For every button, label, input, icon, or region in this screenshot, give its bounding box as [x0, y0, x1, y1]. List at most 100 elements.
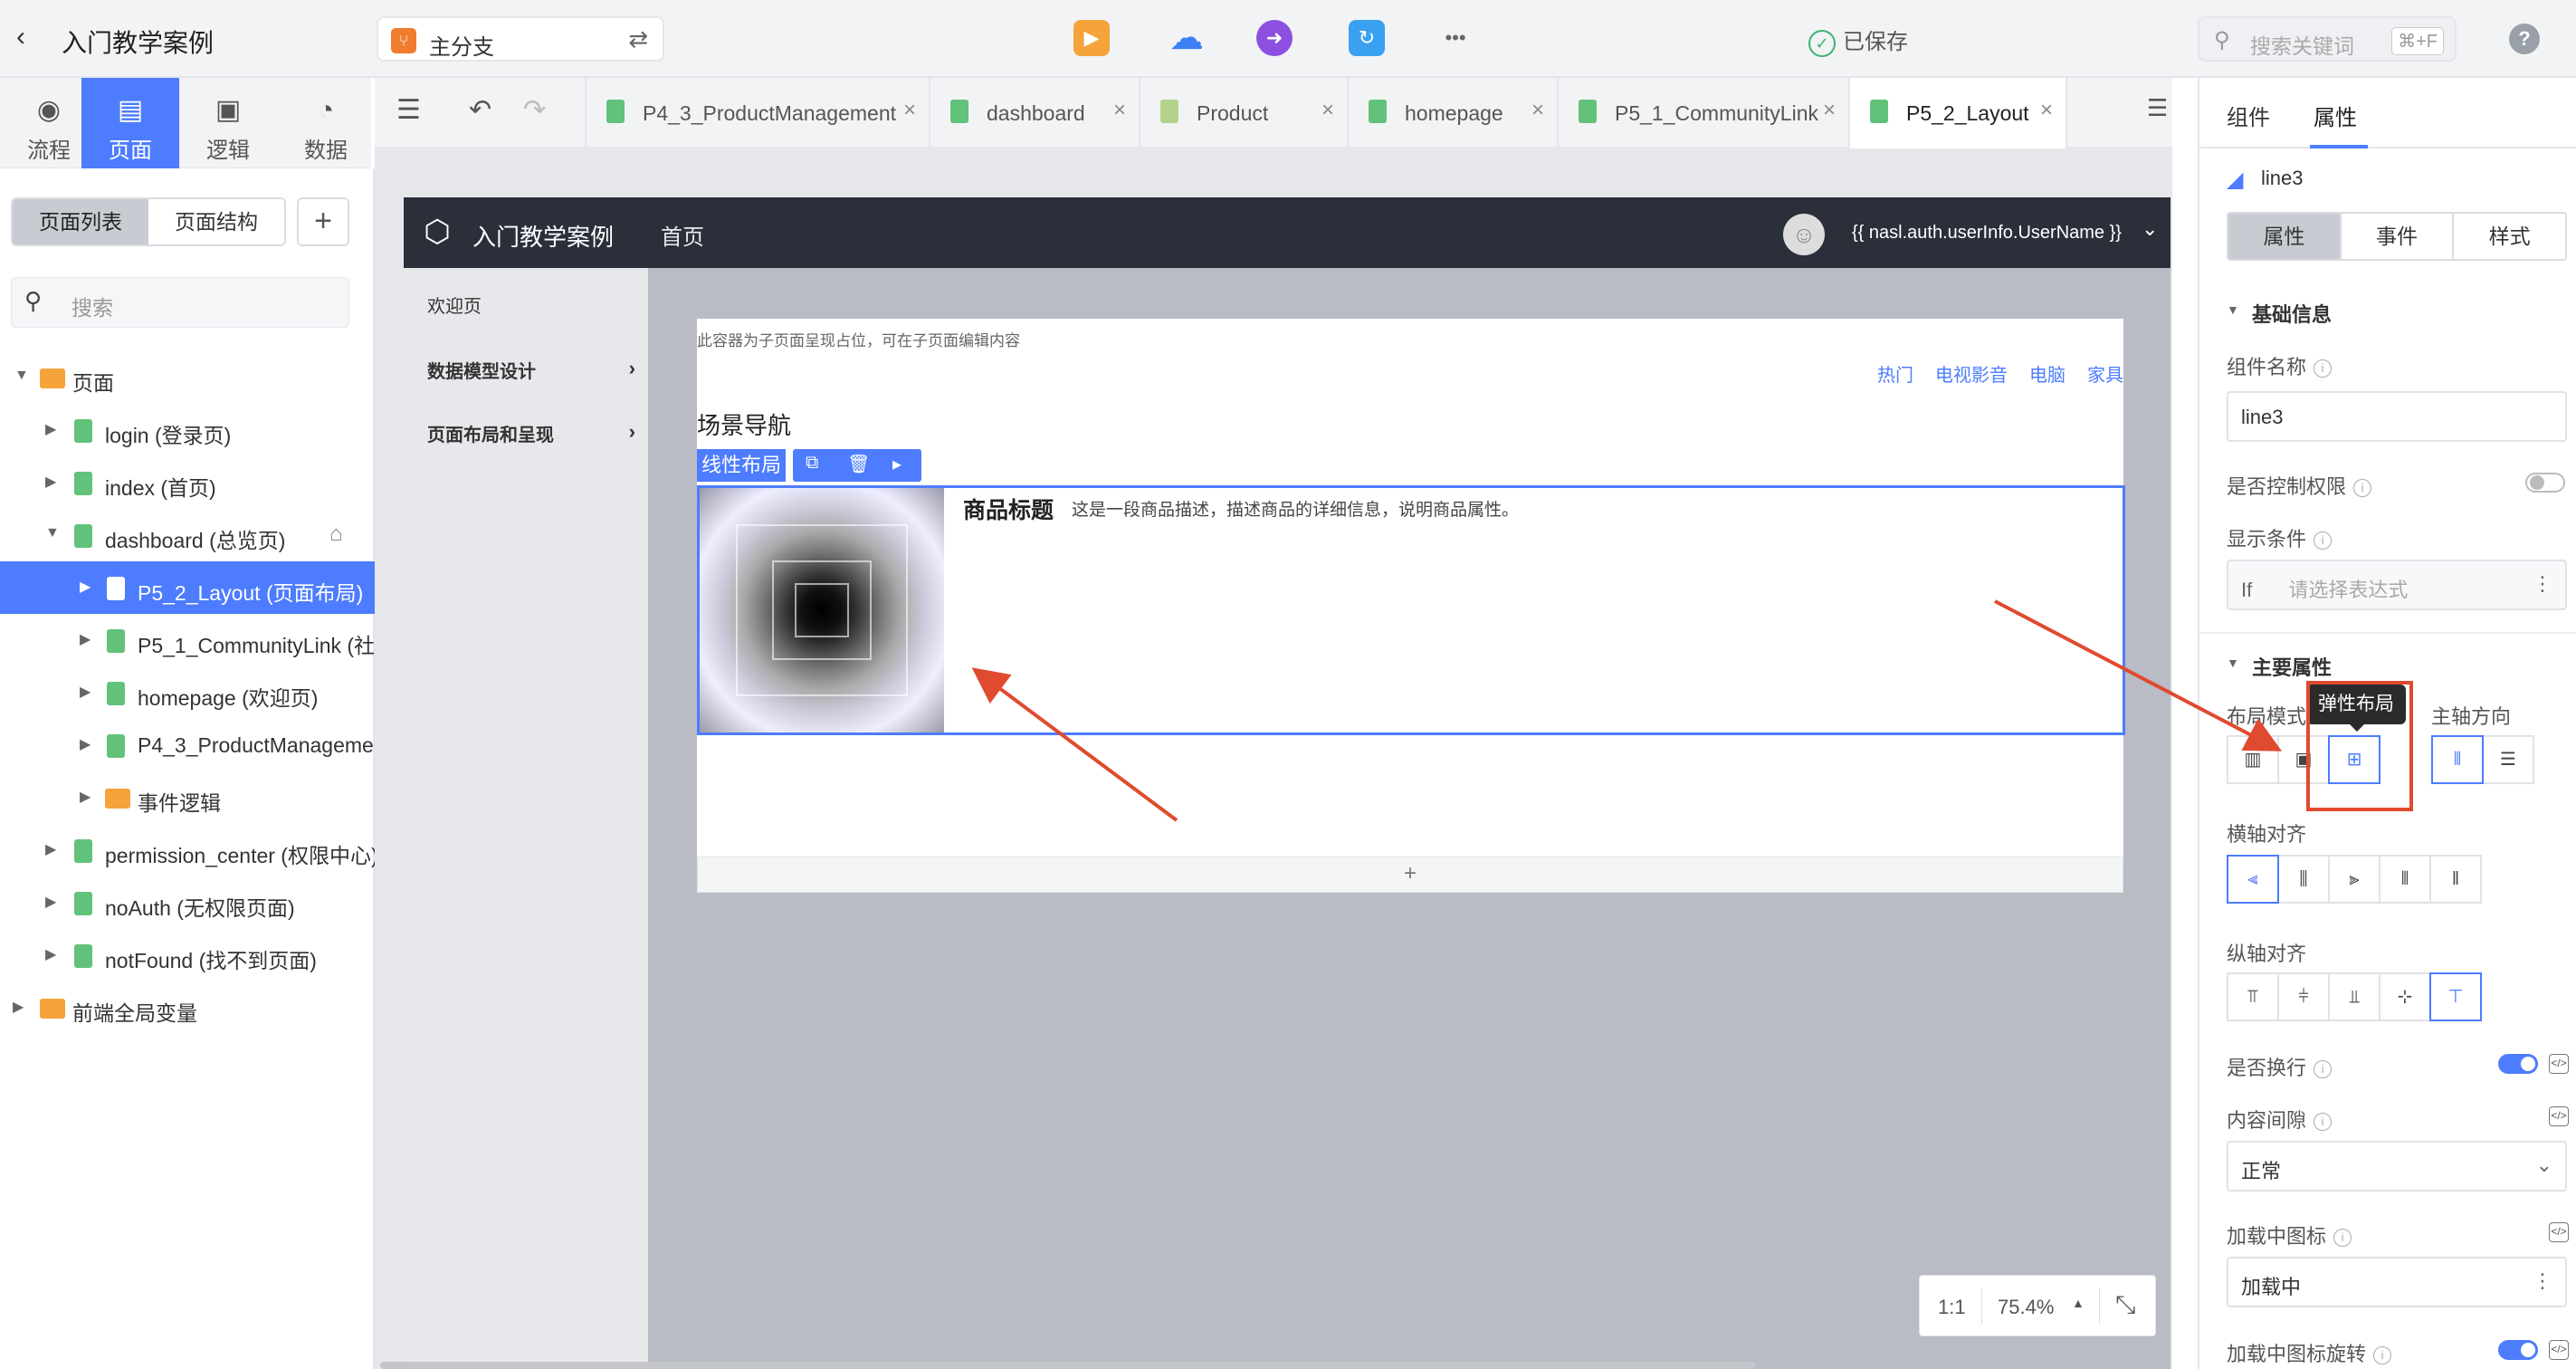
global-search[interactable]: ⚲ 搜索关键词 ⌘+F [2198, 16, 2457, 62]
help-icon[interactable]: ? [2509, 24, 2540, 54]
align-stretch-icon[interactable]: ⊤ [2429, 972, 2482, 1021]
more-vertical-icon[interactable]: ⋮ [2533, 572, 2552, 596]
close-icon[interactable]: × [1321, 98, 1334, 123]
align-end-icon[interactable]: ⫸ [2328, 855, 2380, 904]
more-vertical-icon[interactable]: ⋮ [2533, 1269, 2552, 1293]
branch-selector[interactable]: ⑂ 主分支 ⇄ [377, 16, 664, 62]
collapse-sidebar-icon[interactable]: ☰ [396, 94, 421, 126]
tab-p5-1-communitylink[interactable]: P5_1_CommunityLink × [1559, 78, 1850, 148]
tab-p4-3-productmanagement[interactable]: P4_3_ProductManagement × [585, 78, 930, 148]
tree-item-login[interactable]: ▶ login (登录页) [0, 404, 375, 456]
info-icon[interactable]: i [2373, 1346, 2392, 1365]
code-icon[interactable]: </> [2549, 1054, 2569, 1074]
info-icon[interactable]: i [2353, 479, 2372, 498]
space-between-icon[interactable]: ⦀ [2379, 855, 2431, 904]
info-icon[interactable]: i [2333, 1229, 2352, 1248]
outline-toggle-icon[interactable]: ☰ [2147, 94, 2168, 122]
caret-down-icon[interactable]: ▼ [2227, 302, 2239, 317]
nav-page[interactable]: ▤ 页面 [81, 78, 179, 168]
component-name-input[interactable]: line3 [2227, 391, 2567, 442]
condition-input[interactable]: If 请选择表达式 ⋮ [2227, 560, 2567, 610]
app-side-data-model[interactable]: 数据模型设计 › [427, 357, 635, 383]
align-middle-icon[interactable]: ⫩ [2277, 972, 2330, 1021]
info-icon[interactable]: i [2314, 531, 2333, 550]
caret-right-icon[interactable]: ▶ [45, 945, 56, 963]
page-search-input[interactable]: ⚲ 搜索 [11, 277, 349, 328]
tab-page-structure[interactable]: 页面结构 [148, 199, 284, 244]
tree-item-notfound[interactable]: ▶ notFound (找不到页面) [0, 929, 375, 981]
caret-right-icon[interactable]: ▶ [80, 788, 91, 806]
caret-right-icon[interactable]: ▶ [45, 473, 56, 491]
tree-item-p5-2-layout[interactable]: ▶ P5_2_Layout (页面布局) [0, 561, 375, 614]
tree-item-event-logic[interactable]: ▶ 事件逻辑 [0, 771, 375, 824]
caret-down-icon[interactable]: ▼ [2227, 656, 2239, 670]
tab-dashboard[interactable]: dashboard × [930, 78, 1140, 148]
tree-item-pages[interactable]: ▼ 页面 [0, 351, 375, 404]
code-icon[interactable]: </> [2549, 1106, 2569, 1126]
scene-link[interactable]: 热门 [1877, 366, 1913, 386]
app-nav-home[interactable]: 首页 [661, 219, 704, 251]
more-icon[interactable]: ••• [1437, 20, 1474, 56]
scene-link[interactable]: 电视影音 [1935, 366, 2008, 386]
copy-icon[interactable]: ⧉ [806, 453, 818, 474]
avatar[interactable]: ☺ [1783, 214, 1825, 255]
caret-right-icon[interactable]: ▶ [80, 735, 91, 753]
preview-icon[interactable]: ▶ [1073, 20, 1110, 56]
subtab-properties[interactable]: 属性 [2228, 214, 2342, 259]
subtab-styles[interactable]: 样式 [2454, 214, 2565, 259]
close-icon[interactable]: × [1531, 98, 1544, 123]
section-main-props[interactable]: 主要属性 [2252, 652, 2332, 681]
tab-p5-2-layout[interactable]: P5_2_Layout × [1850, 78, 2067, 148]
code-icon[interactable]: </> [2549, 1222, 2569, 1242]
close-icon[interactable]: × [1823, 98, 1836, 123]
add-page-button[interactable]: + [297, 197, 349, 246]
linear-layout-tag[interactable]: 线性布局 [697, 449, 786, 482]
tab-properties[interactable]: 属性 [2314, 100, 2357, 131]
scene-link[interactable]: 家具 [2087, 366, 2123, 386]
scene-link[interactable]: 电脑 [2029, 366, 2066, 386]
caret-down-icon[interactable]: ▼ [14, 368, 29, 384]
caret-right-icon[interactable]: ▶ [80, 578, 91, 596]
add-block-button[interactable]: + [697, 857, 2123, 893]
permission-toggle[interactable] [2525, 473, 2565, 493]
caret-right-icon[interactable]: ▶ [45, 420, 56, 438]
cloud-icon[interactable]: ☁ [1164, 20, 1209, 56]
tree-item-homepage[interactable]: ▶ homepage (欢迎页) [0, 666, 375, 719]
section-basic-info[interactable]: 基础信息 [2252, 299, 2332, 328]
info-icon[interactable]: i [2314, 359, 2333, 378]
actual-size-button[interactable]: 1:1 [1938, 1296, 1966, 1319]
caret-right-icon[interactable]: ▶ [45, 893, 56, 911]
code-icon[interactable]: </> [2549, 1340, 2569, 1360]
swap-icon[interactable]: ⇄ [628, 25, 648, 53]
fit-screen-icon[interactable]: ⤡ [2115, 1290, 2135, 1320]
play-icon[interactable]: ▸ [892, 453, 902, 475]
caret-up-icon[interactable]: ▲ [2072, 1296, 2085, 1310]
wrap-toggle[interactable] [2498, 1054, 2538, 1074]
redo-icon[interactable]: ↷ [523, 94, 546, 126]
tree-item-noauth[interactable]: ▶ noAuth (无权限页面) [0, 876, 375, 929]
vertical-axis-icon[interactable]: ☰ [2482, 735, 2534, 784]
align-bottom-icon[interactable]: ⫫ [2328, 972, 2380, 1021]
tree-item-dashboard[interactable]: ▼ dashboard (总览页) ⌂ [0, 509, 375, 561]
flex-layout-icon[interactable]: ⊞ [2328, 735, 2380, 784]
zoom-level[interactable]: 75.4% [1998, 1296, 2054, 1319]
align-center-icon[interactable]: ⫼ [2277, 855, 2330, 904]
close-icon[interactable]: × [2040, 98, 2053, 123]
close-icon[interactable]: × [1113, 98, 1126, 123]
inline-layout-icon[interactable]: ▥ [2227, 735, 2279, 784]
caret-right-icon[interactable]: ▶ [80, 683, 91, 701]
back-icon[interactable]: ‹ [16, 22, 25, 53]
tree-item-global-variables[interactable]: ▶ 前端全局变量 [0, 981, 375, 1034]
caret-right-icon[interactable]: ▶ [13, 998, 24, 1016]
chevron-down-icon[interactable]: ⌄ [2142, 217, 2158, 241]
publish-icon[interactable]: ➜ [1256, 20, 1293, 56]
close-icon[interactable]: × [903, 98, 916, 123]
tab-product[interactable]: Product × [1140, 78, 1349, 148]
nav-logic[interactable]: ▣ 逻辑 [179, 78, 277, 168]
space-around-icon[interactable]: ‖ [2429, 855, 2482, 904]
align-baseline-icon[interactable]: ⊹ [2379, 972, 2431, 1021]
tab-components[interactable]: 组件 [2227, 100, 2270, 131]
subtab-events[interactable]: 事件 [2342, 214, 2455, 259]
info-icon[interactable]: i [2314, 1113, 2333, 1132]
horizontal-axis-icon[interactable]: ⫴ [2431, 735, 2484, 784]
